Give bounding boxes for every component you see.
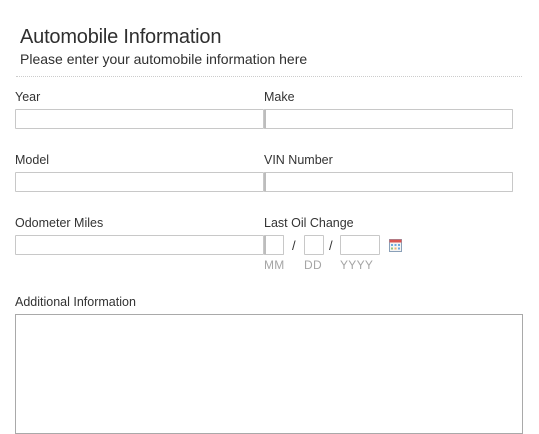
make-label: Make [264, 90, 295, 104]
date-yyyy-sublabel: YYYY [340, 258, 374, 272]
header-divider [16, 76, 522, 77]
date-dd-sublabel: DD [304, 258, 322, 272]
model-label: Model [15, 153, 50, 167]
year-label: Year [15, 90, 41, 104]
oil-change-label: Last Oil Change [264, 216, 354, 230]
additional-info-label: Additional Information [15, 295, 136, 309]
year-input[interactable] [15, 109, 264, 129]
additional-info-textarea[interactable] [15, 314, 523, 434]
calendar-icon[interactable] [389, 239, 402, 252]
vin-label: VIN Number [264, 153, 333, 167]
date-mm-sublabel: MM [264, 258, 285, 272]
form-subtitle: Please enter your automobile information… [20, 51, 308, 67]
odometer-input[interactable] [15, 235, 264, 255]
form-header: Automobile Information Please enter your… [20, 26, 307, 67]
vin-input[interactable] [264, 172, 513, 192]
date-separator: / [329, 238, 333, 253]
make-input[interactable] [264, 109, 513, 129]
odometer-label: Odometer Miles [15, 216, 104, 230]
date-separator: / [292, 238, 296, 253]
model-input[interactable] [15, 172, 264, 192]
oil-change-year-input[interactable] [340, 235, 380, 255]
oil-change-month-input[interactable] [264, 235, 284, 255]
oil-change-day-input[interactable] [304, 235, 324, 255]
form-title: Automobile Information [20, 26, 222, 48]
